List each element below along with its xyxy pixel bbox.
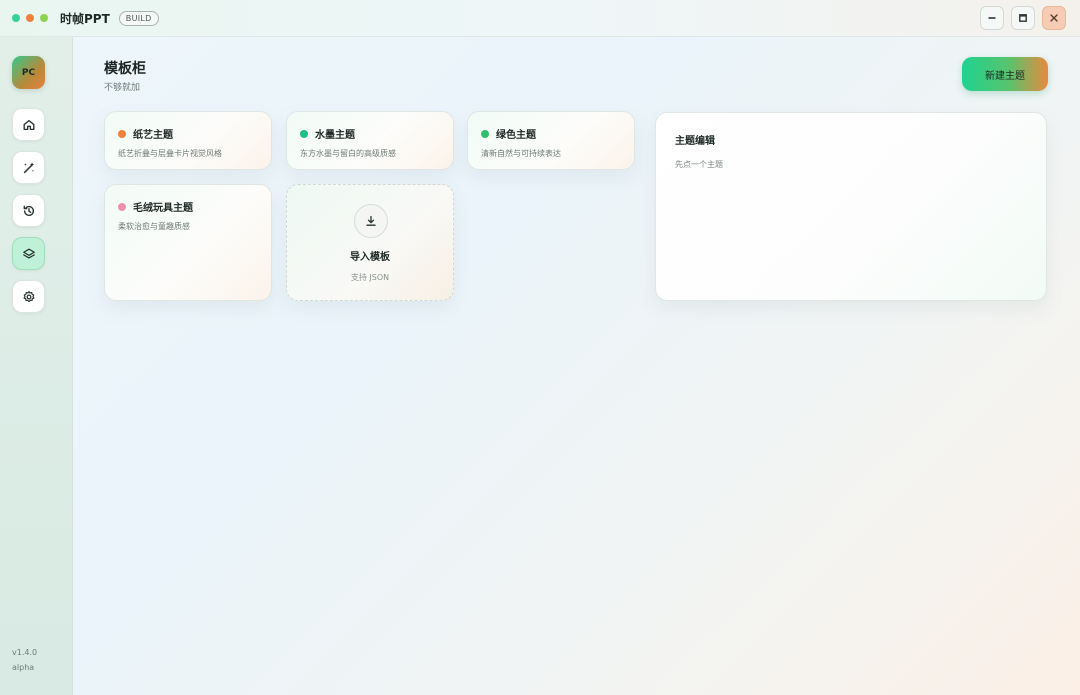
theme-card-desc: 清新自然与可持续表达 — [481, 149, 561, 158]
close-icon — [1050, 14, 1058, 22]
dot-green[interactable] — [12, 14, 20, 22]
theme-color-dot — [481, 129, 489, 138]
build-badge: BUILD — [118, 10, 159, 26]
theme-card-plush[interactable]: 毛绒玩具主题 柔软治愈与童趣质感 — [104, 184, 272, 301]
theme-card-header: 纸艺主题 — [118, 126, 173, 141]
import-subtitle: 支持 JSON — [350, 273, 390, 282]
dot-lime[interactable] — [40, 14, 48, 22]
window-dots — [12, 14, 48, 22]
import-template-card[interactable]: 导入模板 支持 JSON — [286, 184, 454, 301]
theme-card-header: 毛绒玩具主题 — [118, 199, 193, 214]
gear-icon — [23, 290, 34, 302]
theme-editor-panel: 主题编辑 先点一个主题 — [655, 112, 1047, 301]
theme-color-dot — [118, 129, 126, 138]
sidebar: PC v1.4.0 alpha — [0, 37, 73, 695]
maximize-button[interactable] — [1011, 6, 1035, 30]
theme-card-title: 绿色主题 — [496, 130, 536, 141]
editor-title: 主题编辑 — [675, 136, 715, 147]
download-icon — [366, 215, 376, 226]
title-bar: 时帧PPT BUILD — [0, 0, 1080, 37]
theme-card-header: 绿色主题 — [481, 126, 536, 141]
page-subtitle: 不够就加 — [104, 83, 141, 93]
history-icon — [23, 205, 34, 216]
editor-hint: 先点一个主题 — [675, 160, 723, 169]
theme-card-green[interactable]: 绿色主题 清新自然与可持续表达 — [467, 111, 635, 170]
import-title: 导入模板 — [350, 252, 390, 263]
import-icon-circle — [354, 204, 388, 238]
sidebar-item-history[interactable] — [12, 194, 45, 227]
version-info: v1.4.0 alpha — [12, 645, 37, 675]
home-icon — [23, 119, 34, 130]
version-channel: alpha — [12, 663, 35, 672]
sidebar-item-home[interactable] — [12, 108, 45, 141]
sidebar-item-templates[interactable] — [12, 237, 45, 270]
window-controls — [980, 6, 1066, 30]
minimize-icon — [988, 17, 996, 19]
theme-card-desc: 柔软治愈与童趣质感 — [118, 222, 190, 231]
theme-card-paper[interactable]: 纸艺主题 纸艺折叠与层叠卡片视觉风格 — [104, 111, 272, 170]
page-title: 模板柜 — [104, 61, 146, 77]
minimize-button[interactable] — [980, 6, 1004, 30]
theme-card-title: 水墨主题 — [315, 130, 355, 141]
dot-orange[interactable] — [26, 14, 34, 22]
theme-card-desc: 东方水墨与留白的高级质感 — [300, 149, 396, 158]
theme-card-ink[interactable]: 水墨主题 东方水墨与留白的高级质感 — [286, 111, 454, 170]
maximize-icon — [1019, 14, 1027, 22]
theme-card-desc: 纸艺折叠与层叠卡片视觉风格 — [118, 149, 222, 158]
avatar[interactable]: PC — [12, 56, 45, 89]
sidebar-item-settings[interactable] — [12, 280, 45, 313]
app-name: 时帧PPT — [60, 11, 110, 26]
theme-card-header: 水墨主题 — [300, 126, 355, 141]
close-button[interactable] — [1042, 6, 1066, 30]
theme-color-dot — [118, 202, 126, 211]
version-number: v1.4.0 — [12, 648, 38, 657]
theme-color-dot — [300, 129, 308, 138]
layers-icon — [22, 248, 35, 259]
new-theme-button[interactable]: 新建主题 — [962, 57, 1048, 91]
magic-wand-icon — [23, 161, 34, 173]
theme-card-title: 纸艺主题 — [133, 130, 173, 141]
theme-card-title: 毛绒玩具主题 — [133, 203, 193, 214]
sidebar-item-magic[interactable] — [12, 151, 45, 184]
